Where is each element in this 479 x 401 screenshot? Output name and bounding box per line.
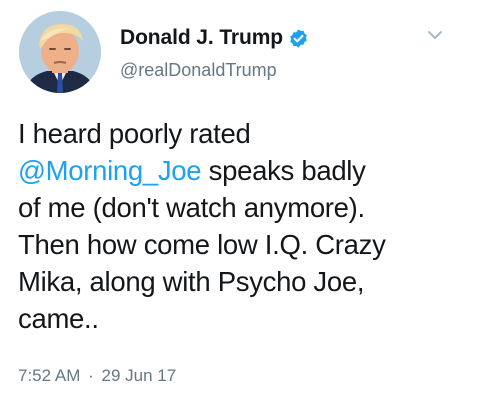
tweet-text-line: @Morning_Joe speaks badly — [18, 152, 468, 189]
tweet-text-segment: of me (don't watch anymore). — [18, 192, 365, 223]
tweet-text-line: came.. — [18, 300, 468, 337]
tweet-text-line: Mika, along with Psycho Joe, — [18, 263, 468, 300]
avatar[interactable] — [19, 11, 101, 93]
tweet-card: Donald J. Trump @realDonaldTrump I heard… — [0, 0, 479, 401]
tweet-text-line: Then how come low I.Q. Crazy — [18, 226, 468, 263]
avatar-image — [19, 11, 101, 93]
author-display-name[interactable]: Donald J. Trump — [120, 26, 283, 50]
tweet-text-line: of me (don't watch anymore). — [18, 189, 468, 226]
tweet-time[interactable]: 7:52 AM — [18, 366, 80, 385]
tweet-date[interactable]: 29 Jun 17 — [102, 366, 177, 385]
tweet-text-line: I heard poorly rated — [18, 115, 468, 152]
author-name-row[interactable]: Donald J. Trump — [120, 24, 309, 52]
tweet-text-segment: Then how come low I.Q. Crazy — [18, 229, 386, 260]
mention-link[interactable]: @Morning_Joe — [18, 155, 202, 186]
timestamp-separator: · — [88, 366, 94, 385]
author-handle[interactable]: @realDonaldTrump — [120, 60, 277, 81]
tweet-text-segment: speaks badly — [201, 155, 366, 186]
verified-badge-icon — [288, 28, 309, 49]
tweet-text-segment: I heard poorly rated — [18, 118, 251, 149]
tweet-text: I heard poorly rated @Morning_Joe speaks… — [18, 115, 468, 337]
tweet-text-segment: came.. — [18, 303, 99, 334]
chevron-down-icon[interactable] — [426, 28, 444, 42]
tweet-text-segment: Mika, along with Psycho Joe, — [18, 266, 365, 297]
tweet-timestamp[interactable]: 7:52 AM · 29 Jun 17 — [18, 366, 176, 386]
